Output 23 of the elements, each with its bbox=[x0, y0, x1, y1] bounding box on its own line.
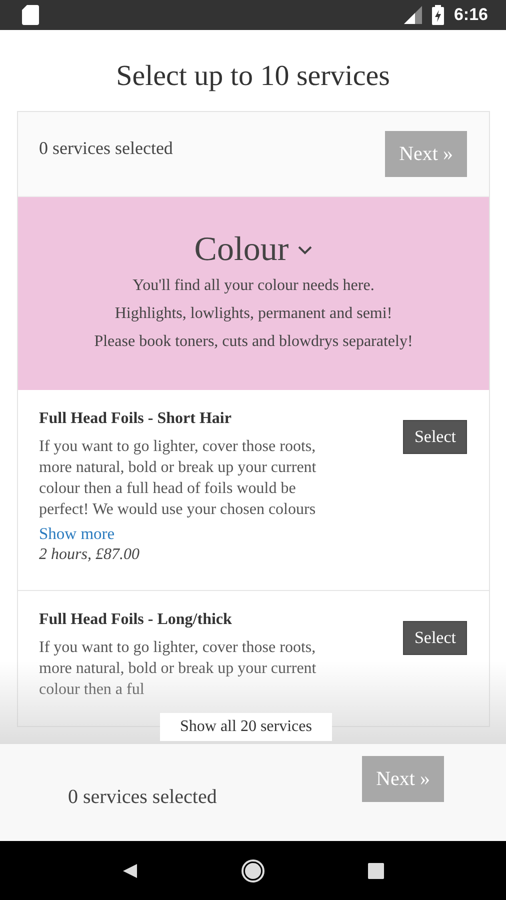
category-description: Please book toners, cuts and blowdrys separately! bbox=[94, 333, 413, 351]
category-description: You'll find all your colour needs here. bbox=[132, 277, 374, 295]
selection-count: 0 services selected bbox=[68, 786, 217, 810]
service-name: Full Head Foils - Short Hair bbox=[39, 410, 232, 428]
category-title: Colour bbox=[194, 231, 289, 269]
select-button[interactable]: Select bbox=[403, 621, 467, 655]
back-icon[interactable] bbox=[122, 862, 138, 878]
clock-time: 6:16 bbox=[454, 5, 488, 25]
show-more-link[interactable]: Show more bbox=[39, 524, 115, 544]
battery-icon bbox=[432, 5, 444, 25]
service-name: Full Head Foils - Long/thick bbox=[39, 611, 233, 629]
sd-card-icon bbox=[22, 5, 39, 25]
service-description: If you want to go lighter, cover those roots, more natural, bold or break up your current colour then a full head of foils would be perfect! We would use your chosen colours bbox=[39, 437, 318, 520]
home-icon[interactable] bbox=[240, 858, 265, 882]
category-description: Highlights, lowlights, permanent and semi! bbox=[114, 305, 392, 323]
recents-icon[interactable] bbox=[368, 862, 384, 878]
show-all-button[interactable]: Show all 20 services bbox=[160, 713, 332, 741]
service-description: If you want to go lighter, cover those roots, more natural, bold or break up your current colour then a ful bbox=[39, 638, 318, 700]
selection-count: 0 services selected bbox=[39, 138, 173, 158]
chevron-down-icon[interactable] bbox=[296, 245, 313, 255]
page-title: Select up to 10 services bbox=[115, 60, 391, 93]
duration-price: 2 hours, £87.00 bbox=[39, 546, 140, 564]
select-button[interactable]: Select bbox=[403, 420, 467, 454]
